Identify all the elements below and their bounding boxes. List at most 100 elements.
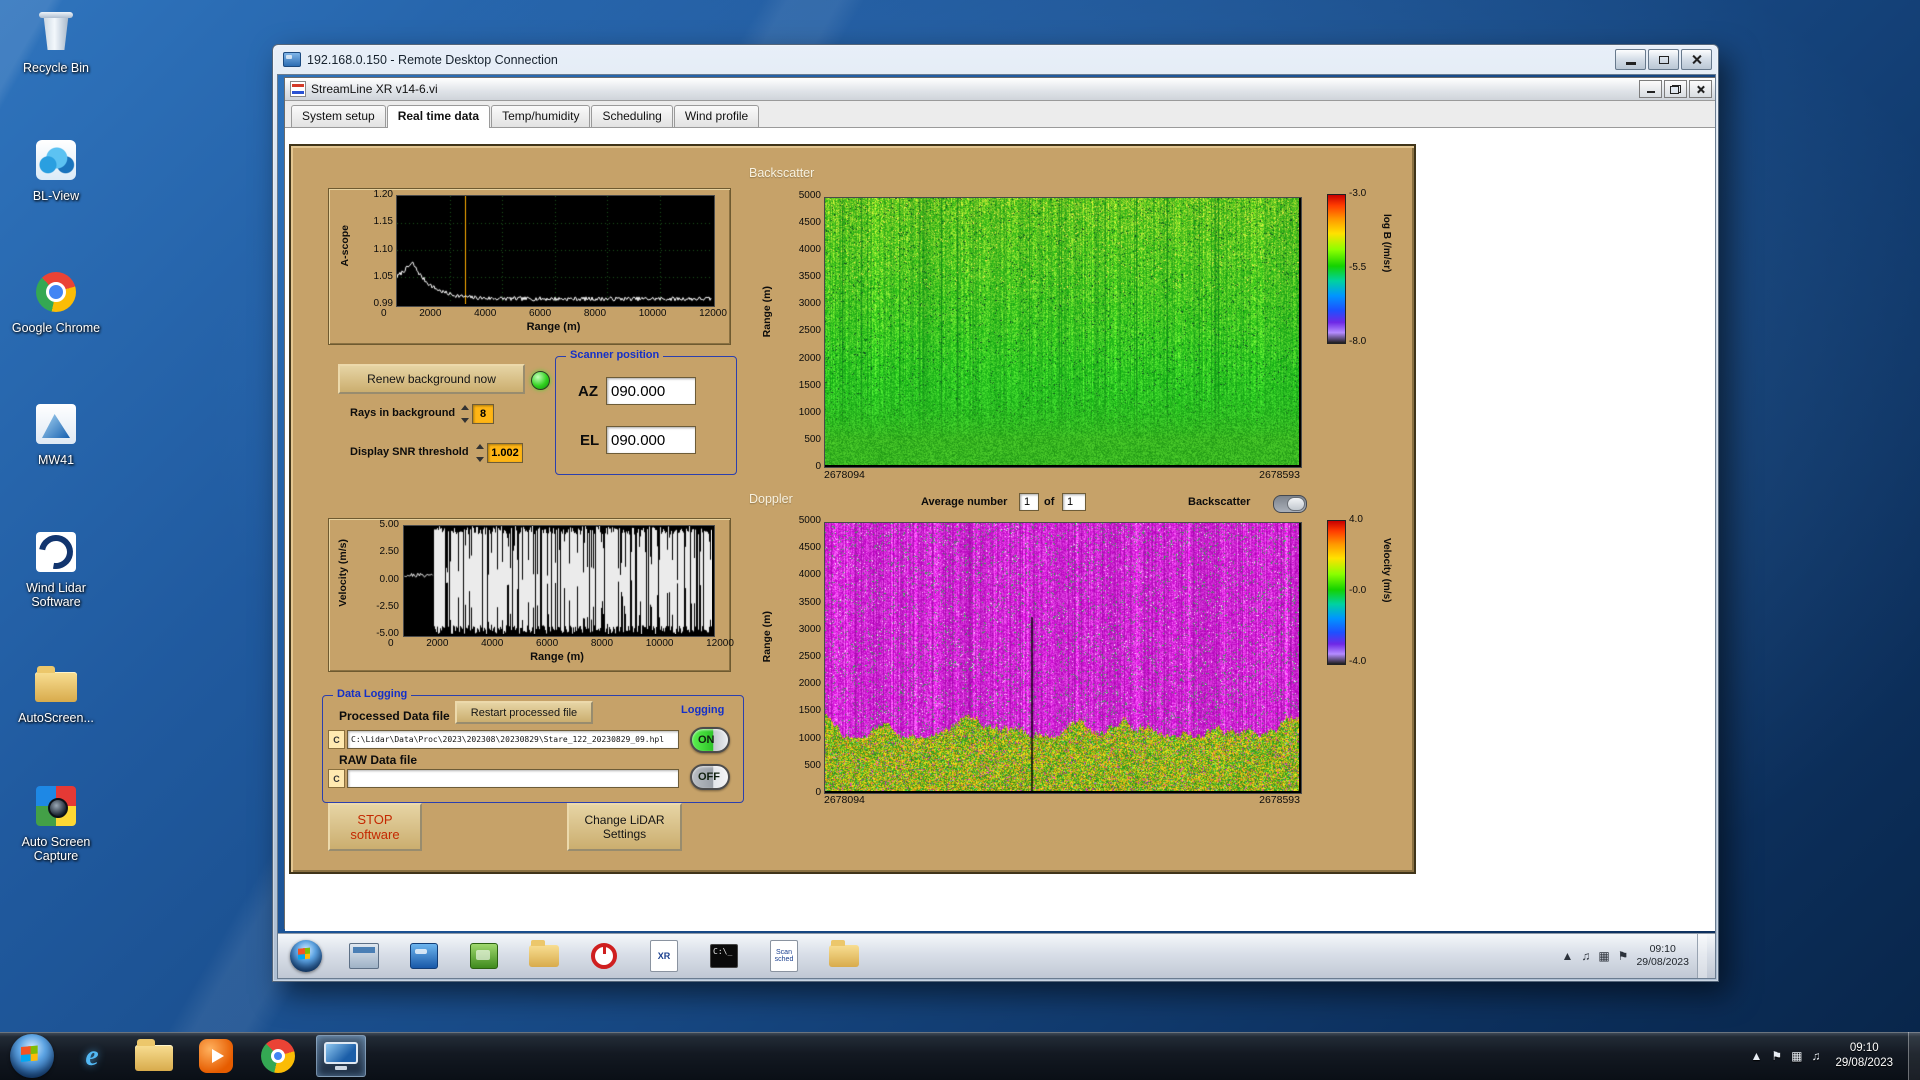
tick-label: 12000	[706, 638, 734, 649]
show-hidden-icons-arrow[interactable]: ▲	[1561, 949, 1573, 963]
velocity-y-axis-label: Velocity (m/s)	[337, 539, 349, 607]
close-icon	[1691, 54, 1702, 65]
average-total-field[interactable]: 1	[1062, 493, 1086, 511]
az-field[interactable]: 090.000	[606, 377, 696, 405]
start-button[interactable]	[10, 1034, 54, 1078]
tab-system-setup[interactable]: System setup	[291, 105, 386, 127]
volume-icon[interactable]: ♫	[1811, 1049, 1820, 1063]
network-icon[interactable]: ▦	[1598, 949, 1609, 963]
show-hidden-icons-arrow[interactable]: ▲	[1750, 1049, 1762, 1063]
remote-taskbar-icon-power[interactable]	[586, 939, 622, 973]
tick-label: -2.50	[376, 600, 399, 612]
desktop-icon-autoscreen[interactable]: AutoScreen...	[10, 662, 102, 725]
rdp-close-button[interactable]	[1681, 49, 1712, 70]
remote-taskbar-icon-scan-scheduler[interactable]: Scan sched	[766, 939, 802, 973]
tab-scheduling[interactable]: Scheduling	[591, 105, 673, 127]
snr-spinner[interactable]	[474, 443, 485, 463]
raw-path-field[interactable]	[347, 769, 679, 788]
remote-clock[interactable]: 09:10 29/08/2023	[1636, 943, 1689, 969]
velocity-x-axis-label: Range (m)	[530, 651, 584, 663]
remote-taskbar-icon-streamline-xr[interactable]: XR	[646, 939, 682, 973]
doppler-y-axis-label: Range (m)	[761, 611, 773, 663]
rays-spinner[interactable]	[459, 404, 470, 424]
rays-in-background-field[interactable]: 8	[472, 404, 494, 424]
tab-strip: System setup Real time data Temp/humidit…	[285, 101, 1715, 128]
chrome-icon	[261, 1039, 295, 1073]
remote-start-button[interactable]	[290, 940, 322, 972]
remote-taskbar-icon-green-app[interactable]	[466, 939, 502, 973]
app-titlebar[interactable]: StreamLine XR v14-6.vi	[285, 78, 1715, 101]
remote-taskbar-icon-explorer[interactable]	[826, 939, 862, 973]
change-button-line1: Change LiDAR	[584, 813, 665, 827]
action-center-icon[interactable]: ⚑	[1618, 949, 1629, 963]
raw-logging-off-switch[interactable]: OFF	[690, 764, 730, 790]
renew-background-button[interactable]: Renew background now	[338, 364, 525, 394]
remote-show-desktop-button[interactable]	[1697, 934, 1707, 978]
scan-icon-line1: Scan	[776, 949, 792, 956]
app-minimize-button[interactable]	[1639, 80, 1662, 98]
taskbar-icon-explorer[interactable]	[130, 1036, 178, 1076]
app-close-button[interactable]	[1689, 80, 1712, 98]
remote-taskbar-icon-blue-app[interactable]	[406, 939, 442, 973]
restart-processed-file-button[interactable]: Restart processed file	[455, 701, 593, 724]
desktop-icon-google-chrome[interactable]: Google Chrome	[10, 272, 102, 335]
app-restore-button[interactable]	[1664, 80, 1687, 98]
bl-view-icon	[36, 140, 76, 180]
network-icon[interactable]: ▦	[1791, 1049, 1802, 1063]
tab-real-time-data[interactable]: Real time data	[386, 105, 491, 128]
remote-taskbar-icon-terminal[interactable]: C:\_	[706, 939, 742, 973]
remote-taskbar-icon-folder-gold[interactable]	[526, 939, 562, 973]
maximize-icon	[1658, 55, 1669, 64]
taskbar-icon-remote-desktop[interactable]	[316, 1035, 366, 1077]
processed-drive-selector[interactable]: C	[328, 730, 345, 749]
terminal-prompt-text: C:\_	[713, 947, 733, 956]
scanner-position-group: Scanner position AZ 090.000 EL 090.000	[555, 349, 737, 475]
rdp-minimize-button[interactable]	[1615, 49, 1646, 70]
tick-label: 5000	[798, 515, 821, 526]
show-desktop-button[interactable]	[1908, 1032, 1920, 1080]
action-center-icon[interactable]: ⚑	[1771, 1049, 1782, 1063]
tick-label: -4.0	[1349, 656, 1367, 667]
desktop-icon-auto-screen-capture[interactable]: Auto Screen Capture	[10, 786, 102, 864]
taskbar-icon-internet-explorer[interactable]: e	[68, 1036, 116, 1076]
rdp-titlebar[interactable]: 192.168.0.150 - Remote Desktop Connectio…	[277, 45, 1714, 74]
average-number-field[interactable]: 1	[1019, 493, 1039, 511]
processed-logging-on-switch[interactable]: ON	[690, 727, 730, 753]
desktop-icon-mw41[interactable]: MW41	[10, 404, 102, 467]
tick-label: 6000	[528, 308, 552, 319]
processed-path-field[interactable]: C:\Lidar\Data\Proc\2023\202308\20230829\…	[347, 730, 679, 749]
backscatter-heatmap-canvas	[825, 198, 1299, 465]
remote-taskbar-icon-window[interactable]	[346, 939, 382, 973]
tick-label: 1.10	[373, 243, 393, 255]
folder-icon	[135, 1039, 173, 1071]
volume-icon[interactable]: ♫	[1581, 949, 1590, 963]
doppler-x-ticks: 2678094 2678593	[824, 794, 1300, 806]
desktop-icon-wind-lidar[interactable]: Wind Lidar Software	[10, 532, 102, 610]
scan-sched-document-icon: Scan sched	[770, 940, 798, 972]
raw-drive-selector[interactable]: C	[328, 769, 345, 788]
doppler-colorbar-label: Velocity (m/s)	[1381, 538, 1392, 603]
folder-icon	[829, 940, 859, 967]
tick-label: 4000	[474, 308, 497, 319]
desktop-icon-recycle-bin[interactable]: Recycle Bin	[10, 12, 102, 75]
rdp-window: 192.168.0.150 - Remote Desktop Connectio…	[272, 44, 1719, 982]
el-field[interactable]: 090.000	[606, 426, 696, 454]
tick-label: 3000	[798, 298, 821, 310]
tab-temp-humidity[interactable]: Temp/humidity	[491, 105, 591, 127]
backscatter-plot	[824, 197, 1302, 468]
change-lidar-settings-button[interactable]: Change LiDAR Settings	[567, 803, 682, 851]
folder-icon	[35, 666, 77, 702]
desktop-icon-label: AutoScreen...	[18, 711, 94, 725]
tab-wind-profile[interactable]: Wind profile	[673, 105, 760, 127]
backscatter-toggle-switch[interactable]	[1273, 495, 1307, 513]
tick-label: 0	[381, 308, 387, 319]
snr-threshold-field[interactable]: 1.002	[487, 443, 523, 463]
labview-vi-icon	[290, 81, 306, 97]
taskbar-icon-chrome[interactable]	[254, 1036, 302, 1076]
taskbar-icon-media-player[interactable]	[192, 1036, 240, 1076]
desktop-icon-bl-view[interactable]: BL-View	[10, 140, 102, 203]
clock[interactable]: 09:10 29/08/2023	[1835, 1041, 1893, 1071]
stop-software-button[interactable]: STOP software	[328, 803, 422, 851]
desktop-icon-label: Auto Screen Capture	[21, 835, 91, 864]
rdp-maximize-button[interactable]	[1648, 49, 1679, 70]
